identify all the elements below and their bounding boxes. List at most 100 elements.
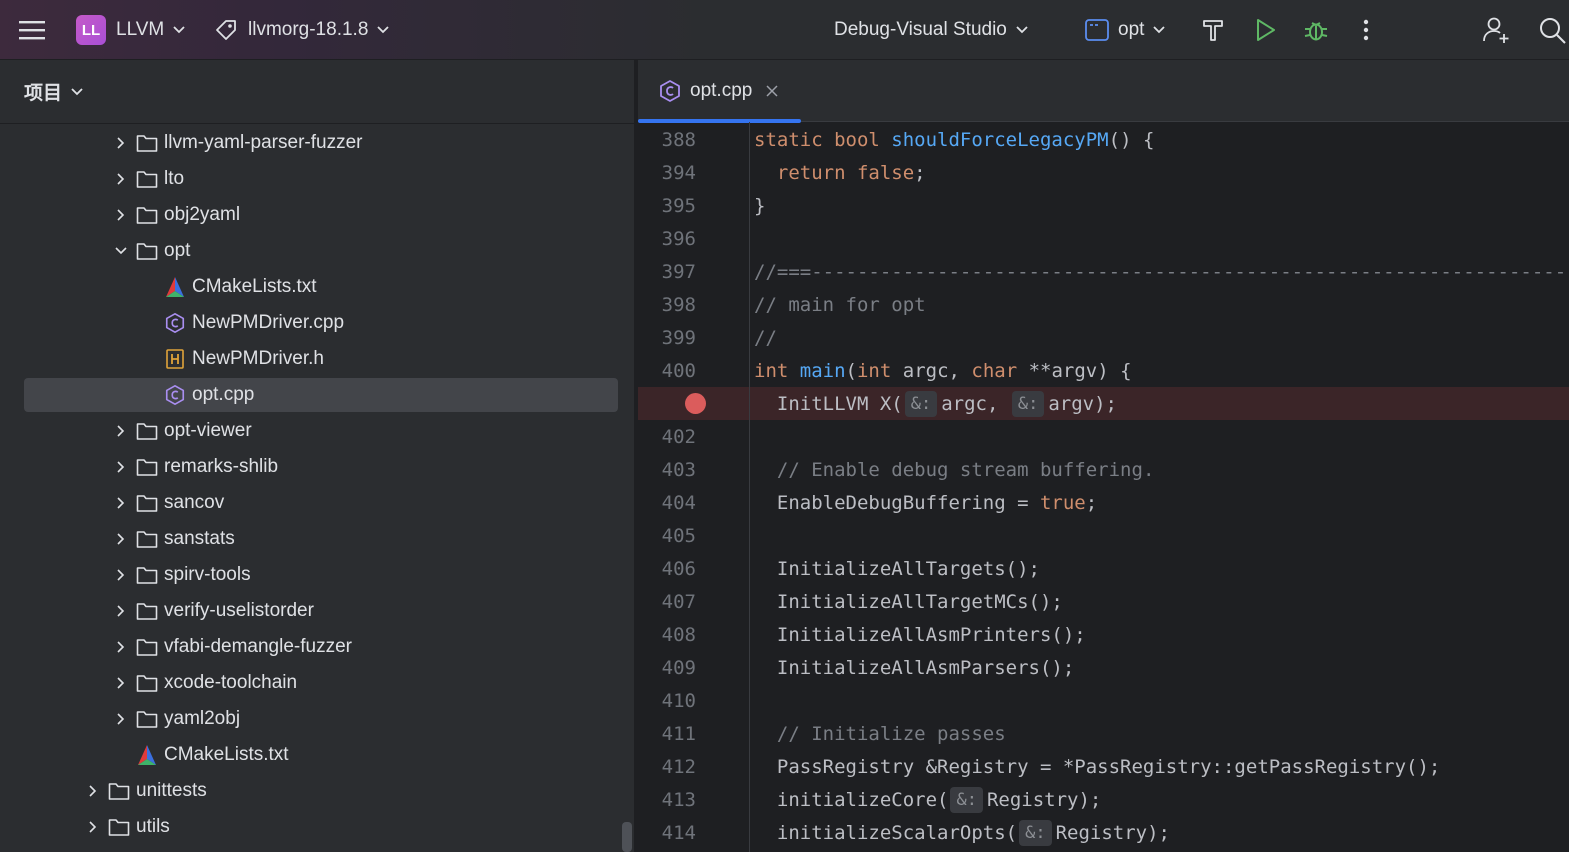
- folder-icon: [136, 531, 158, 548]
- line-number[interactable]: 400: [638, 360, 696, 382]
- line-number[interactable]: 408: [638, 624, 696, 646]
- code-line[interactable]: 399 //: [638, 321, 1569, 354]
- line-number[interactable]: 396: [638, 228, 696, 250]
- main-menu-button[interactable]: [18, 0, 48, 60]
- code-line[interactable]: 411 // Initialize passes: [638, 717, 1569, 750]
- tree-folder-row[interactable]: sancov: [0, 485, 634, 521]
- tree-expand-toggle[interactable]: [110, 460, 132, 474]
- tree-folder-row[interactable]: spirv-tools: [0, 557, 634, 593]
- tree-file-row[interactable]: NewPMDriver.cpp: [0, 305, 634, 341]
- code-line[interactable]: 412 PassRegistry &Registry = *PassRegist…: [638, 750, 1569, 783]
- tree-expand-toggle[interactable]: [110, 712, 132, 726]
- line-number[interactable]: 399: [638, 327, 696, 349]
- tree-expand-toggle[interactable]: [110, 604, 132, 618]
- tree-expand-toggle[interactable]: [110, 208, 132, 222]
- code-line[interactable]: 410: [638, 684, 1569, 717]
- line-number[interactable]: 403: [638, 459, 696, 481]
- tree-expand-toggle[interactable]: [110, 172, 132, 186]
- breakpoint-icon[interactable]: [685, 393, 706, 414]
- code-line[interactable]: 413 initializeCore(&: Registry);: [638, 783, 1569, 816]
- line-number[interactable]: 413: [638, 789, 696, 811]
- code-line[interactable]: 407 InitializeAllTargetMCs();: [638, 585, 1569, 618]
- tree-folder-row[interactable]: verify-uselistorder: [0, 593, 634, 629]
- run-configuration-selector[interactable]: Debug-Visual Studio: [834, 0, 1029, 60]
- tree-folder-row[interactable]: yaml2obj: [0, 701, 634, 737]
- code-with-me-button[interactable]: [1480, 0, 1514, 60]
- line-number[interactable]: 410: [638, 690, 696, 712]
- tree-folder-row[interactable]: utils: [0, 809, 634, 845]
- search-everywhere-button[interactable]: [1535, 0, 1569, 60]
- code-line[interactable]: 404 EnableDebugBuffering = true;: [638, 486, 1569, 519]
- tree-expand-toggle[interactable]: [110, 568, 132, 582]
- code-line-breakpoint[interactable]: InitLLVM X(&: argc, &: argv);: [638, 387, 1569, 420]
- line-number[interactable]: 407: [638, 591, 696, 613]
- tree-file-row[interactable]: NewPMDriver.h: [0, 341, 634, 377]
- code-line[interactable]: 398 // main for opt: [638, 288, 1569, 321]
- line-number[interactable]: 402: [638, 426, 696, 448]
- tree-expand-toggle[interactable]: [110, 640, 132, 654]
- code-line[interactable]: 405: [638, 519, 1569, 552]
- tree-item-label: spirv-tools: [164, 564, 251, 585]
- tree-expand-toggle[interactable]: [110, 532, 132, 546]
- code-line[interactable]: 408 InitializeAllAsmPrinters();: [638, 618, 1569, 651]
- close-tab-button[interactable]: [766, 85, 778, 97]
- line-number[interactable]: 388: [638, 129, 696, 151]
- tree-folder-row[interactable]: unittests: [0, 773, 634, 809]
- line-number[interactable]: 405: [638, 525, 696, 547]
- tree-expand-toggle[interactable]: [82, 784, 104, 798]
- tree-expand-toggle[interactable]: [110, 496, 132, 510]
- code-line[interactable]: 406 InitializeAllTargets();: [638, 552, 1569, 585]
- tree-folder-row[interactable]: vfabi-demangle-fuzzer: [0, 629, 634, 665]
- tree-expand-toggle[interactable]: [110, 424, 132, 438]
- line-number[interactable]: 411: [638, 723, 696, 745]
- code-line[interactable]: 400 int main(int argc, char **argv) {: [638, 354, 1569, 387]
- line-number[interactable]: 394: [638, 162, 696, 184]
- editor-tab-opt-cpp[interactable]: opt.cpp: [638, 60, 801, 123]
- line-number[interactable]: 395: [638, 195, 696, 217]
- code-line[interactable]: 403 // Enable debug stream buffering.: [638, 453, 1569, 486]
- tree-folder-row[interactable]: opt: [0, 233, 634, 269]
- project-tree-scrollbar[interactable]: [622, 822, 632, 852]
- code-line[interactable]: 409 InitializeAllAsmParsers();: [638, 651, 1569, 684]
- project-switcher[interactable]: LL LLVM: [76, 0, 186, 60]
- code-line[interactable]: 396: [638, 222, 1569, 255]
- tree-folder-row[interactable]: xcode-toolchain: [0, 665, 634, 701]
- code-line[interactable]: 394 return false;: [638, 156, 1569, 189]
- line-number[interactable]: 414: [638, 822, 696, 844]
- vcs-branch-switcher[interactable]: llvmorg-18.1.8: [214, 0, 390, 60]
- code-line[interactable]: 388 static bool shouldForceLegacyPM() {: [638, 123, 1569, 156]
- tree-expand-toggle[interactable]: [110, 676, 132, 690]
- tree-expand-toggle[interactable]: [82, 820, 104, 834]
- line-number[interactable]: 397: [638, 261, 696, 283]
- target-selector[interactable]: opt: [1084, 0, 1166, 60]
- code-line[interactable]: 402: [638, 420, 1569, 453]
- debug-button[interactable]: [1299, 0, 1333, 60]
- line-number[interactable]: 412: [638, 756, 696, 778]
- tree-folder-row[interactable]: llvm-yaml-parser-fuzzer: [0, 125, 634, 161]
- project-panel-header[interactable]: 项目: [0, 60, 634, 124]
- line-number[interactable]: 398: [638, 294, 696, 316]
- tree-folder-row[interactable]: lto: [0, 161, 634, 197]
- tree-expand-toggle[interactable]: [110, 136, 132, 150]
- cpp-file-icon: [660, 80, 680, 102]
- line-number[interactable]: 404: [638, 492, 696, 514]
- tree-file-row[interactable]: CMakeLists.txt: [0, 737, 634, 773]
- tree-folder-row[interactable]: remarks-shlib: [0, 449, 634, 485]
- tree-file-row[interactable]: opt.cpp: [0, 377, 634, 413]
- more-actions-button[interactable]: [1349, 0, 1383, 60]
- build-button[interactable]: [1196, 0, 1230, 60]
- cpp-file-icon: [165, 385, 185, 405]
- code-line[interactable]: 414 initializeScalarOpts(&: Registry);: [638, 816, 1569, 849]
- code-line[interactable]: 397 //===--------------------------------…: [638, 255, 1569, 288]
- tree-item-label: sanstats: [164, 528, 235, 549]
- tree-expand-toggle[interactable]: [110, 246, 132, 256]
- line-number[interactable]: 409: [638, 657, 696, 679]
- tree-folder-row[interactable]: obj2yaml: [0, 197, 634, 233]
- line-number[interactable]: 406: [638, 558, 696, 580]
- tree-folder-row[interactable]: sanstats: [0, 521, 634, 557]
- run-button[interactable]: [1248, 0, 1282, 60]
- tree-folder-row[interactable]: opt-viewer: [0, 413, 634, 449]
- code-line[interactable]: 395}: [638, 189, 1569, 222]
- tree-file-row[interactable]: CMakeLists.txt: [0, 269, 634, 305]
